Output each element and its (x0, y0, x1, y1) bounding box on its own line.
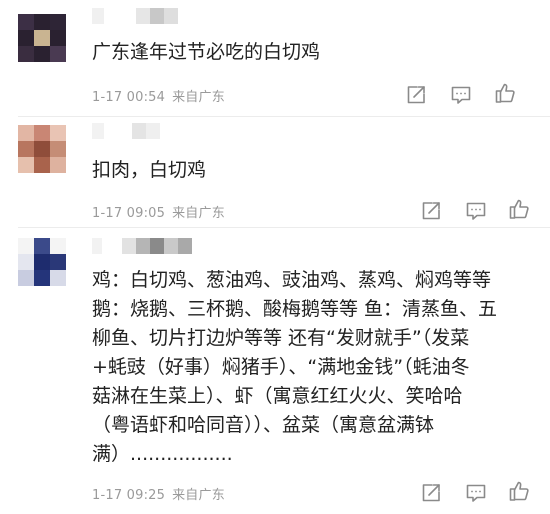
comment-item: 扣肉，白切鸡 1-17 09:05 来自广东 (0, 117, 550, 227)
username-blurred[interactable] (92, 8, 192, 24)
comment-time: 1-17 09:05 (92, 206, 166, 221)
avatar[interactable] (18, 238, 66, 286)
comment-time: 1-17 00:54 (92, 90, 166, 105)
comment-location: 来自广东 (172, 488, 225, 503)
comment-text: 扣肉，白切鸡 (92, 159, 207, 181)
comment-item: 广东逢年过节必吃的白切鸡 1-17 00:54 来自广东 (0, 0, 550, 120)
comment-location: 来自广东 (172, 90, 225, 105)
share-icon[interactable] (420, 200, 442, 222)
avatar[interactable] (18, 14, 66, 62)
thumbs-up-icon[interactable] (494, 82, 516, 104)
comment-text: 广东逢年过节必吃的白切鸡 (92, 41, 321, 63)
comment-meta: 1-17 09:25 来自广东 (92, 484, 225, 503)
thumbs-up-icon[interactable] (508, 198, 530, 220)
comment-location: 来自广东 (172, 206, 225, 221)
comment-meta: 1-17 00:54 来自广东 (92, 86, 225, 105)
comment-item: 鸡：白切鸡、葱油鸡、豉油鸡、蒸鸡、焖鸡等等 鹅：烧鹅、三杯鹅、酸梅鹅等等 鱼：清… (0, 228, 550, 514)
comment-icon[interactable] (465, 200, 487, 222)
avatar[interactable] (18, 125, 66, 173)
username-blurred[interactable] (92, 123, 192, 139)
comment-text: 鸡：白切鸡、葱油鸡、豉油鸡、蒸鸡、焖鸡等等 鹅：烧鹅、三杯鹅、酸梅鹅等等 鱼：清… (92, 269, 498, 465)
share-icon[interactable] (420, 482, 442, 504)
comment-icon[interactable] (465, 482, 487, 504)
comment-meta: 1-17 09:05 来自广东 (92, 202, 225, 221)
comment-time: 1-17 09:25 (92, 488, 166, 503)
share-icon[interactable] (405, 84, 427, 106)
comment-icon[interactable] (450, 84, 472, 106)
username-blurred[interactable] (92, 238, 212, 254)
thumbs-up-icon[interactable] (508, 480, 530, 502)
